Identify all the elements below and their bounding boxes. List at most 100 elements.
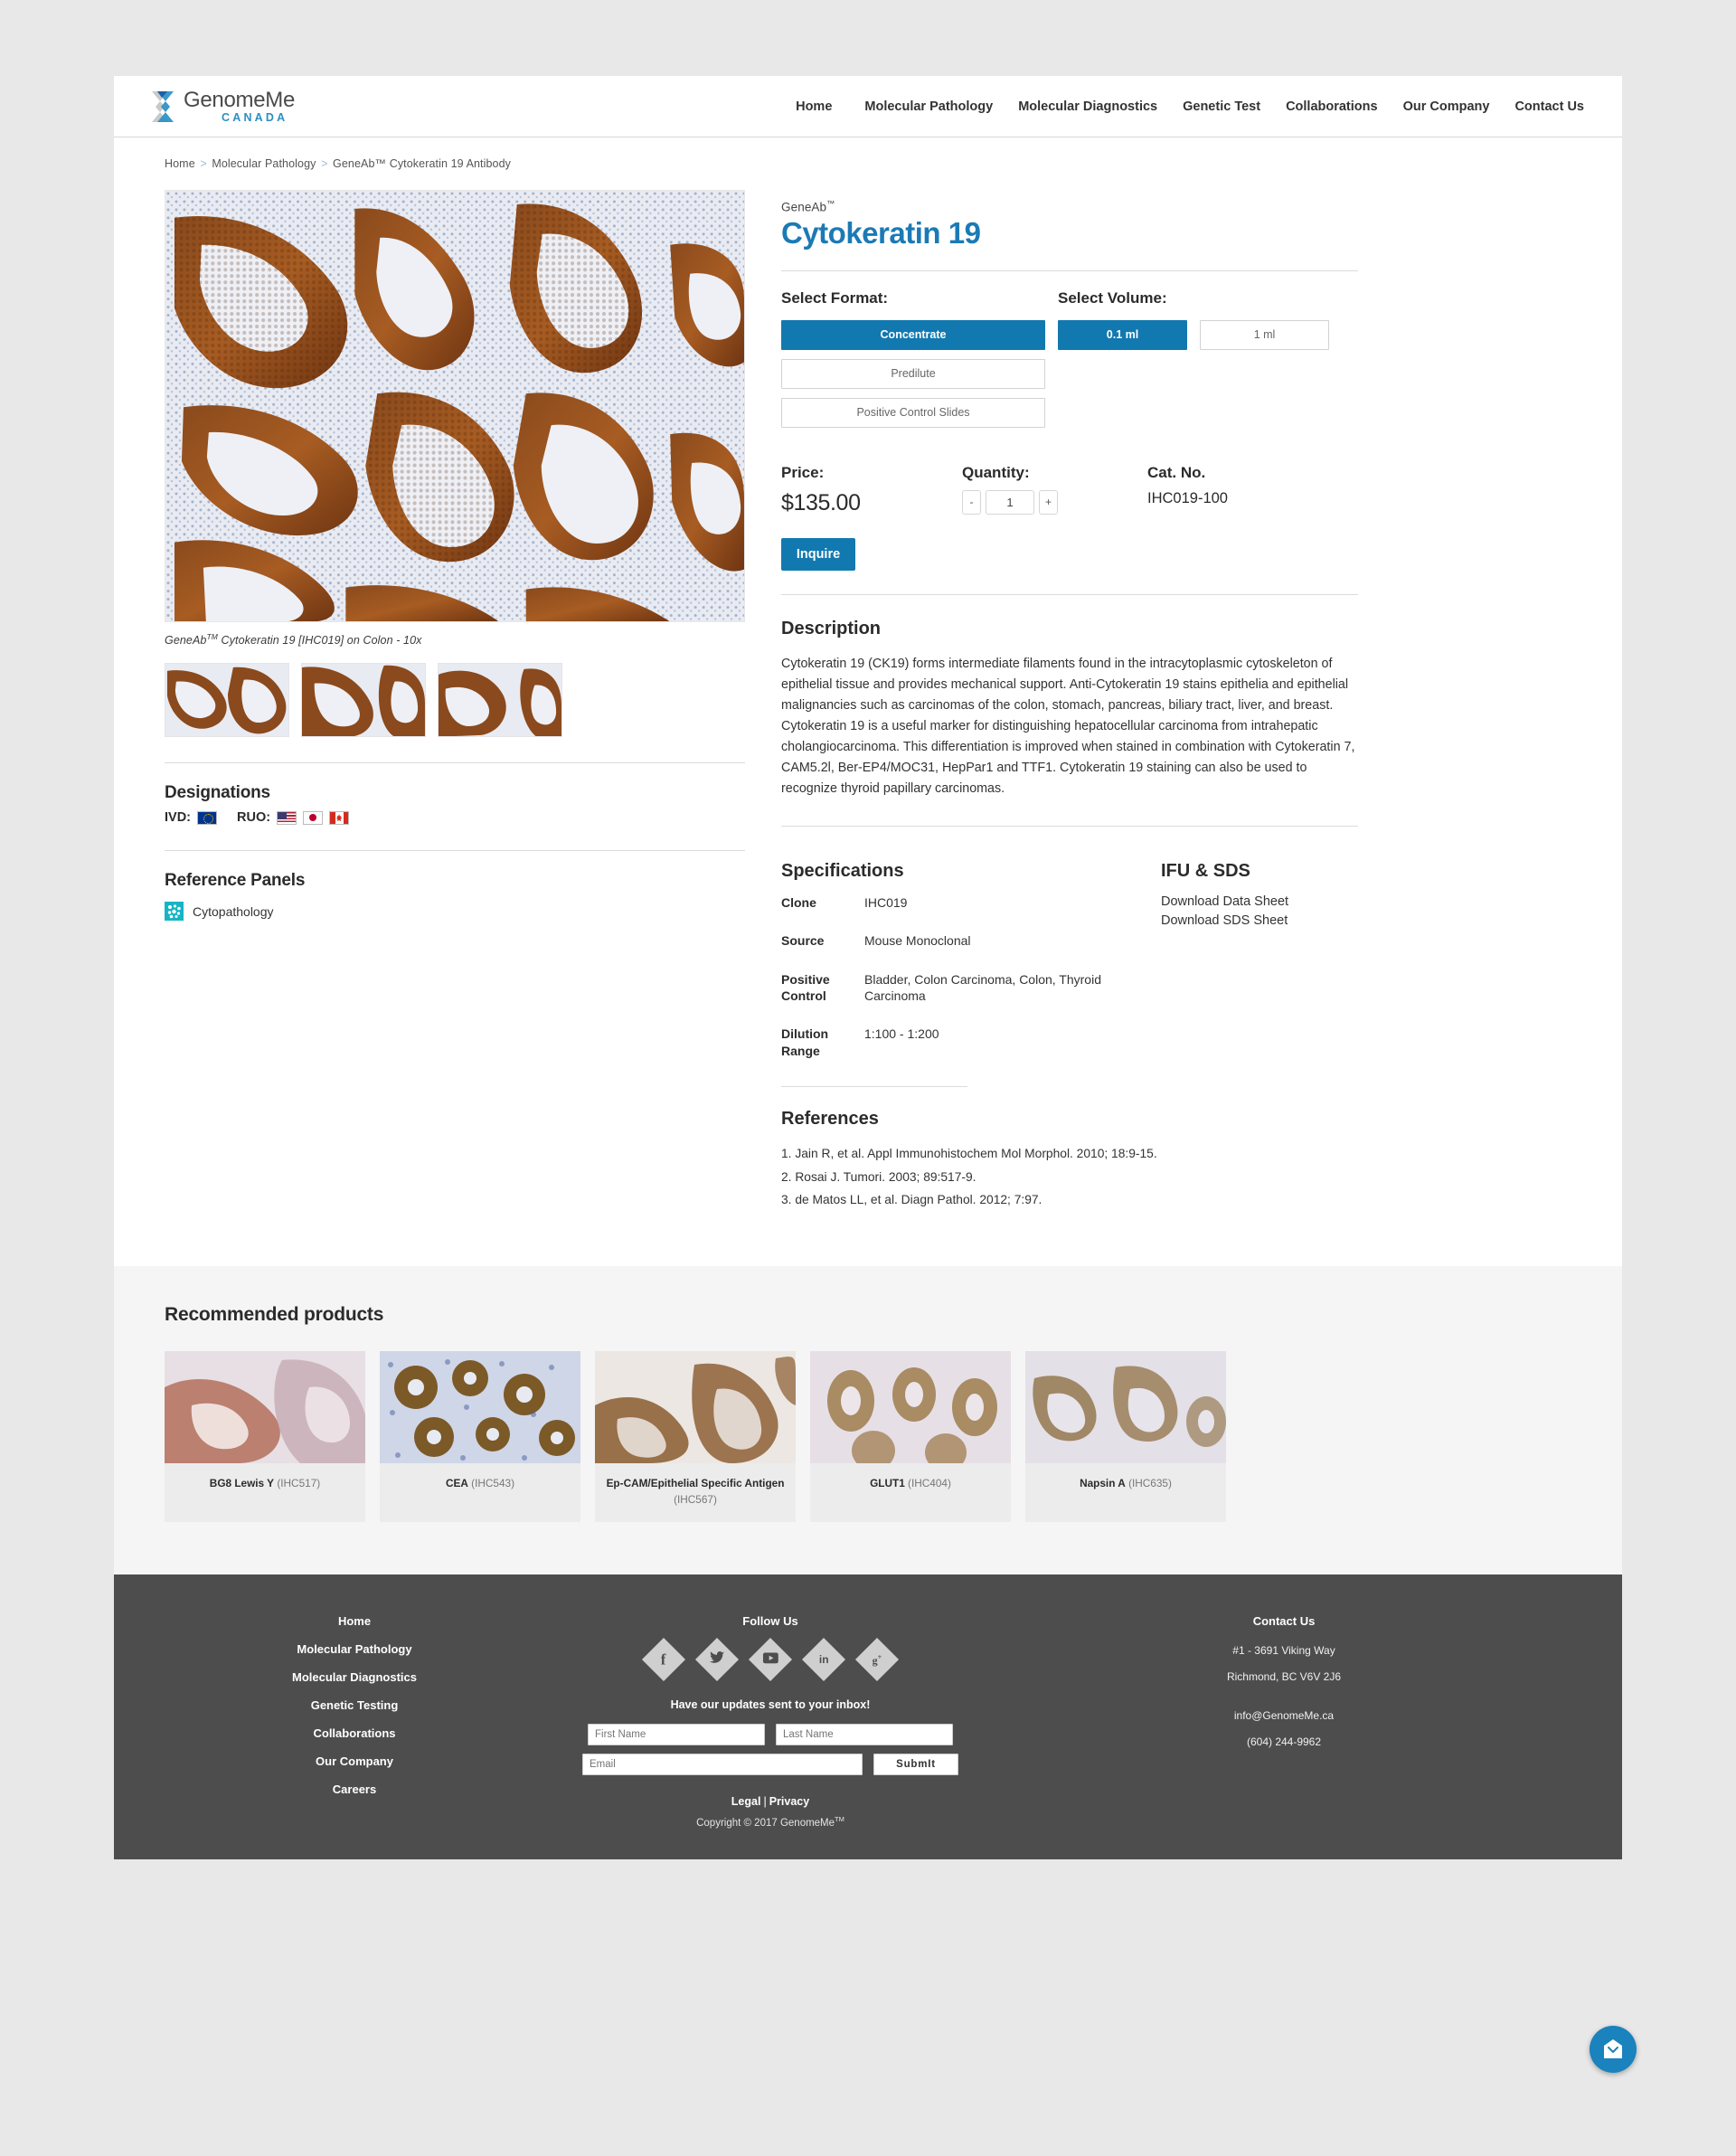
- twitter-icon[interactable]: [694, 1638, 740, 1682]
- thumbnail-1[interactable]: [165, 663, 289, 738]
- reference-panel-label: Cytopathology: [193, 903, 274, 919]
- legal-link[interactable]: Legal: [731, 1795, 761, 1808]
- cytopathology-icon: [165, 902, 184, 922]
- recommended-code-5: (IHC635): [1128, 1476, 1172, 1489]
- recommended-name-2: CEA: [445, 1476, 468, 1489]
- recommended-name-5: Napsin A: [1080, 1476, 1126, 1489]
- thumbnail-2[interactable]: [301, 663, 426, 738]
- linkedin-icon[interactable]: in: [801, 1638, 846, 1682]
- footer-link-molecular-diagnostics[interactable]: Molecular Diagnostics: [165, 1670, 544, 1684]
- thumbnail-3[interactable]: [438, 663, 562, 738]
- recommended-code-3: (IHC567): [674, 1492, 717, 1506]
- volume-option-0-1ml[interactable]: 0.1 ml: [1058, 319, 1187, 350]
- spec-key-positive-control: Positive Control: [781, 971, 830, 1003]
- reference-panel-item[interactable]: Cytopathology: [165, 902, 745, 922]
- format-option-positive-control-slides[interactable]: Positive Control Slides: [781, 397, 1045, 428]
- contact-us-title: Contact Us: [1252, 1614, 1316, 1629]
- ifu-sds-title: IFU & SDS: [1161, 860, 1250, 881]
- nav-item-home[interactable]: Home: [796, 99, 832, 114]
- main-nav: Home Molecular Pathology Molecular Diagn…: [796, 99, 1584, 114]
- reference-panels-title: Reference Panels: [165, 871, 306, 891]
- nav-item-molecular-diagnostics[interactable]: Molecular Diagnostics: [1018, 99, 1157, 114]
- recommended-caption-5: Napsin A (IHC635): [1025, 1463, 1226, 1507]
- recommended-image-5: [1025, 1350, 1226, 1463]
- footer-link-molecular-pathology[interactable]: Molecular Pathology: [165, 1642, 544, 1656]
- recommended-card-bg8-lewis-y[interactable]: BG8 Lewis Y (IHC517): [165, 1350, 365, 1523]
- reference-item-3: 3. de Matos LL, et al. Diagn Pathol. 201…: [781, 1193, 1043, 1207]
- us-flag-icon: [277, 810, 297, 825]
- logo-subtitle: CANADA: [222, 110, 288, 124]
- product-main-image[interactable]: [165, 190, 745, 622]
- quantity-input[interactable]: [986, 489, 1034, 515]
- recommended-card-napsin-a[interactable]: Napsin A (IHC635): [1025, 1350, 1226, 1523]
- divider: [781, 825, 1358, 827]
- genomeme-logo-icon: [146, 89, 177, 125]
- main-content: Home > Molecular Pathology > GeneAb™ Cyt…: [114, 137, 1622, 1266]
- designations-row: IVD: RUO:: [165, 810, 745, 825]
- download-data-sheet-link[interactable]: Download Data Sheet: [1161, 894, 1358, 909]
- reference-item-1: 1. Jain R, et al. Appl Immunohistochem M…: [781, 1147, 1157, 1161]
- nav-item-collaborations[interactable]: Collaborations: [1286, 99, 1378, 114]
- footer-link-collaborations[interactable]: Collaborations: [165, 1726, 544, 1740]
- nav-item-molecular-pathology[interactable]: Molecular Pathology: [864, 99, 993, 114]
- divider: [165, 850, 745, 852]
- nav-item-our-company[interactable]: Our Company: [1403, 99, 1490, 114]
- youtube-icon[interactable]: [748, 1638, 793, 1682]
- thumbnail-image-3: [439, 664, 561, 737]
- recommended-caption-3: Ep-CAM/Epithelial Specific Antigen (IHC5…: [595, 1463, 796, 1522]
- email-input[interactable]: [582, 1754, 863, 1776]
- format-option-predilute[interactable]: Predilute: [781, 358, 1045, 389]
- chat-widget-button[interactable]: [1590, 2026, 1637, 2073]
- caption-tm: TM: [206, 632, 218, 641]
- address-line-1: #1 - 3691 Viking Way: [1232, 1644, 1335, 1658]
- description-body: Cytokeratin 19 (CK19) forms intermediate…: [781, 656, 1355, 797]
- recommended-image-1: [165, 1350, 365, 1463]
- privacy-link[interactable]: Privacy: [769, 1795, 809, 1808]
- breadcrumb-item-current: GeneAb™ Cytokeratin 19 Antibody: [333, 157, 512, 170]
- price-block: Price: $135.00: [781, 464, 962, 516]
- breadcrumb-item-category[interactable]: Molecular Pathology: [212, 157, 316, 170]
- recommended-caption-4: GLUT1 (IHC404): [810, 1463, 1011, 1507]
- footer-link-genetic-testing[interactable]: Genetic Testing: [165, 1698, 544, 1712]
- footer-link-our-company[interactable]: Our Company: [165, 1754, 544, 1768]
- footer-link-home[interactable]: Home: [165, 1614, 544, 1628]
- spec-value-clone: IHC019: [864, 894, 908, 910]
- newsletter-row-email: SubmIt: [544, 1754, 996, 1776]
- designations-title: Designations: [165, 783, 270, 803]
- price-value: $135.00: [781, 489, 861, 515]
- newsletter-title: Have our updates sent to your inbox!: [670, 1698, 871, 1712]
- nav-item-contact-us[interactable]: Contact Us: [1514, 99, 1584, 114]
- quantity-increment-button[interactable]: +: [1039, 489, 1058, 515]
- format-option-concentrate[interactable]: Concentrate: [781, 319, 1045, 350]
- product-brand: GeneAb™: [781, 199, 1358, 214]
- download-sds-sheet-link[interactable]: Download SDS Sheet: [1161, 913, 1358, 928]
- legal-separator: |: [763, 1795, 767, 1809]
- recommended-card-ep-cam[interactable]: Ep-CAM/Epithelial Specific Antigen (IHC5…: [595, 1350, 796, 1523]
- submit-button[interactable]: SubmIt: [873, 1754, 958, 1776]
- nav-item-genetic-test[interactable]: Genetic Test: [1183, 99, 1260, 114]
- inquire-button[interactable]: Inquire: [781, 537, 855, 571]
- caption-brand: GeneAb: [165, 634, 207, 648]
- quantity-block: Quantity: - +: [962, 464, 1147, 516]
- breadcrumb-separator: >: [200, 157, 207, 170]
- brand-tm: ™: [826, 199, 835, 208]
- volume-option-1ml[interactable]: 1 ml: [1200, 319, 1329, 350]
- breadcrumb-separator: >: [321, 157, 328, 170]
- recommended-card-glut1[interactable]: GLUT1 (IHC404): [810, 1350, 1011, 1523]
- facebook-icon[interactable]: f: [641, 1638, 686, 1682]
- recommended-card-cea[interactable]: CEA (IHC543): [380, 1350, 580, 1523]
- footer-link-careers[interactable]: Careers: [165, 1782, 544, 1796]
- reference-item-2: 2. Rosai J. Tumori. 2003; 89:517-9.: [781, 1169, 976, 1184]
- recommended-products-title: Recommended products: [165, 1303, 384, 1325]
- first-name-input[interactable]: [588, 1724, 765, 1746]
- breadcrumb: Home > Molecular Pathology > GeneAb™ Cyt…: [165, 157, 1571, 170]
- ivd-label: IVD:: [165, 810, 191, 826]
- breadcrumb-item-home[interactable]: Home: [165, 157, 195, 170]
- spec-value-source: Mouse Monoclonal: [864, 933, 971, 949]
- quantity-decrement-button[interactable]: -: [962, 489, 981, 515]
- last-name-input[interactable]: [776, 1724, 953, 1746]
- spec-value-positive-control: Bladder, Colon Carcinoma, Colon, Thyroid…: [864, 971, 1101, 1003]
- contact-email[interactable]: info@GenomeMe.ca: [996, 1709, 1571, 1722]
- googleplus-icon[interactable]: g+: [854, 1638, 900, 1682]
- site-logo[interactable]: GenomeMe CANADA: [146, 89, 295, 125]
